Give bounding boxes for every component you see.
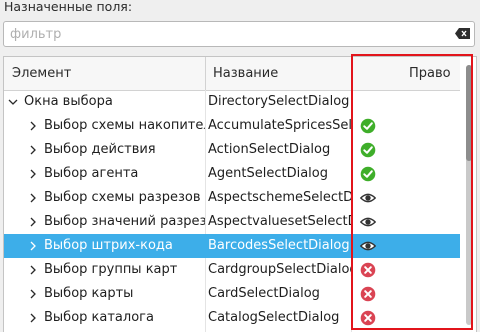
- right-cell[interactable]: [354, 234, 460, 258]
- row-element-label: Выбор схемы накопител: [44, 118, 205, 133]
- fields-table[interactable]: Элемент Название Право Окна выбора Direct…: [3, 56, 477, 332]
- eye-view-icon: [360, 217, 376, 227]
- row-element-label: Окна выбора: [24, 94, 113, 109]
- chevron-right-icon[interactable]: [28, 193, 38, 203]
- chevron-right-icon[interactable]: [28, 241, 38, 251]
- check-allowed-icon: [360, 118, 376, 134]
- right-cell[interactable]: [354, 114, 460, 138]
- filter-input[interactable]: фильтр: [3, 21, 475, 47]
- element-cell: Выбор агента: [4, 162, 205, 186]
- row-element-label: Выбор действия: [44, 142, 156, 157]
- row-name-label: AspectvaluesetSelectD: [208, 214, 353, 229]
- check-allowed-icon: [360, 166, 376, 182]
- column-header-name[interactable]: Название: [213, 57, 278, 90]
- column-header-right[interactable]: Право: [409, 57, 451, 90]
- row-name-label: AccumulateSpricesSele: [208, 118, 353, 133]
- right-cell[interactable]: [354, 138, 460, 162]
- element-cell: Выбор схемы разрезов: [4, 186, 205, 210]
- element-cell: Выбор штрих-кода: [4, 234, 205, 258]
- row-element-label: Выбор значений разрез: [44, 214, 205, 229]
- scrollbar-handle[interactable]: [466, 65, 472, 161]
- check-allowed-icon: [360, 142, 376, 158]
- table-row[interactable]: Выбор агента AgentSelectDialog: [4, 162, 460, 186]
- row-element-label: Выбор группы карт: [44, 262, 178, 277]
- right-cell[interactable]: [354, 90, 460, 114]
- row-name-label: DirectorySelectDialog: [208, 94, 350, 109]
- chevron-right-icon[interactable]: [28, 121, 38, 131]
- element-cell: Выбор значений разрез: [4, 210, 205, 234]
- clear-left-icon[interactable]: [455, 28, 470, 39]
- deny-icon: [360, 310, 376, 326]
- row-element-label: Выбор штрих-кода: [44, 238, 173, 253]
- column-header-element[interactable]: Элемент: [12, 57, 71, 90]
- deny-icon: [360, 286, 376, 302]
- chevron-right-icon[interactable]: [28, 217, 38, 227]
- chevron-down-icon[interactable]: [8, 97, 18, 107]
- row-name-label: CardgroupSelectDialog: [208, 262, 353, 277]
- row-name-label: AspectschemeSelectDia: [208, 190, 353, 205]
- row-name-label: CardSelectDialog: [208, 286, 320, 301]
- element-cell: Окна выбора: [4, 90, 205, 114]
- right-cell[interactable]: [354, 306, 460, 330]
- row-element-label: Выбор карты: [44, 286, 134, 301]
- row-element-label: Выбор агента: [44, 166, 139, 181]
- table-row[interactable]: Выбор группы карт CardgroupSelectDialog: [4, 258, 460, 282]
- assigned-fields-title: Назначенные поля:: [4, 0, 133, 14]
- deny-icon: [360, 262, 376, 278]
- right-cell[interactable]: [354, 210, 460, 234]
- chevron-right-icon[interactable]: [28, 169, 38, 179]
- eye-view-icon: [360, 241, 376, 251]
- chevron-right-icon[interactable]: [28, 313, 38, 323]
- row-name-label: CatalogSelectDialog: [208, 310, 340, 325]
- row-element-label: Выбор каталога: [44, 310, 154, 325]
- row-name-label: AgentSelectDialog: [208, 166, 328, 181]
- column-divider[interactable]: [205, 57, 206, 90]
- element-cell: Выбор группы карт: [4, 258, 205, 282]
- element-cell: Выбор схемы накопител: [4, 114, 205, 138]
- table-row[interactable]: Выбор схемы накопител AccumulateSpricesSe…: [4, 114, 460, 138]
- row-name-label: ActionSelectDialog: [208, 142, 331, 157]
- element-cell: Выбор каталога: [4, 306, 205, 330]
- element-cell: Выбор карты: [4, 282, 205, 306]
- chevron-right-icon[interactable]: [28, 289, 38, 299]
- table-row[interactable]: Выбор схемы разрезов AspectschemeSelectDi…: [4, 186, 460, 210]
- eye-view-icon: [360, 193, 376, 203]
- chevron-right-icon[interactable]: [28, 145, 38, 155]
- chevron-right-icon[interactable]: [28, 265, 38, 275]
- row-element-label: Выбор схемы разрезов: [44, 190, 201, 205]
- table-row[interactable]: Выбор штрих-кода BarcodesSelectDialog: [4, 234, 460, 258]
- table-header: Элемент Название Право: [4, 57, 460, 91]
- row-name-label: BarcodesSelectDialog: [208, 238, 350, 253]
- table-row[interactable]: Выбор каталога CatalogSelectDialog: [4, 306, 460, 330]
- table-row[interactable]: Выбор карты CardSelectDialog: [4, 282, 460, 306]
- table-row[interactable]: Выбор действия ActionSelectDialog: [4, 138, 460, 162]
- right-cell[interactable]: [354, 186, 460, 210]
- filter-placeholder: фильтр: [10, 27, 62, 42]
- table-row[interactable]: Окна выбора DirectorySelectDialog: [4, 90, 460, 114]
- table-row[interactable]: Выбор значений разрез AspectvaluesetSelec…: [4, 210, 460, 234]
- right-cell[interactable]: [354, 282, 460, 306]
- right-cell[interactable]: [354, 258, 460, 282]
- right-cell[interactable]: [354, 162, 460, 186]
- element-cell: Выбор действия: [4, 138, 205, 162]
- column-divider[interactable]: [351, 57, 352, 90]
